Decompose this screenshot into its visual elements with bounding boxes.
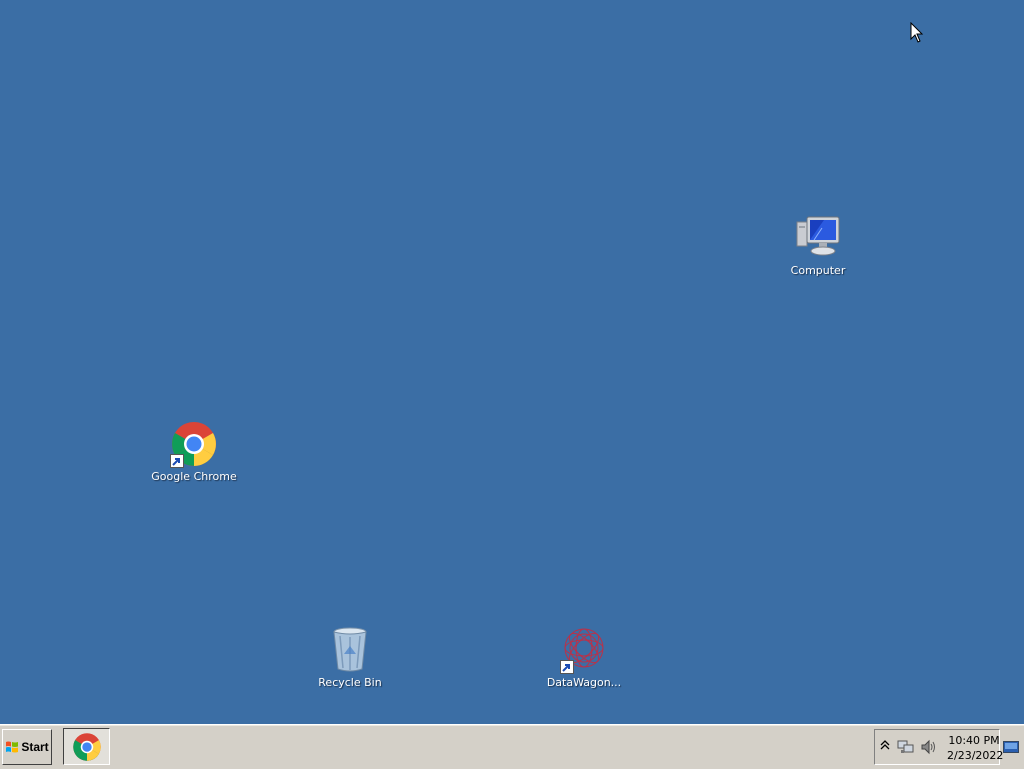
- taskbar: Start 10:40 PM 2/23/2022: [0, 724, 1024, 769]
- datawagon-icon: [560, 626, 608, 674]
- chevron-up-icon[interactable]: [880, 739, 890, 751]
- volume-icon[interactable]: [920, 739, 938, 755]
- desktop-icon-label: Recycle Bin: [318, 676, 382, 689]
- windows-logo-icon: [6, 741, 19, 753]
- desktop-icon-computer[interactable]: Computer: [773, 214, 863, 277]
- show-desktop-icon[interactable]: [1003, 741, 1019, 753]
- shortcut-arrow-icon: [560, 660, 574, 674]
- recycle-bin-icon: [326, 626, 374, 674]
- chrome-icon: [170, 420, 218, 468]
- shortcut-arrow-icon: [170, 454, 184, 468]
- clock-time: 10:40 PM: [948, 734, 1000, 747]
- taskbar-chrome-button[interactable]: [63, 728, 110, 765]
- desktop-icon-google-chrome[interactable]: Google Chrome: [149, 420, 239, 483]
- start-button[interactable]: Start: [2, 729, 52, 765]
- start-label: Start: [21, 740, 49, 754]
- desktop-icon-label: Computer: [790, 264, 846, 277]
- network-icon[interactable]: [897, 739, 915, 755]
- desktop: Computer Google Chrome Recycle Bin DataW…: [0, 0, 1024, 724]
- computer-icon: [794, 214, 842, 262]
- desktop-icon-label: DataWagon...: [546, 676, 622, 689]
- mouse-cursor-icon: [910, 22, 924, 43]
- desktop-icon-datawagon[interactable]: DataWagon...: [539, 626, 629, 689]
- system-tray: 10:40 PM 2/23/2022: [874, 729, 1004, 765]
- clock-date: 2/23/2022: [947, 749, 1004, 762]
- chrome-icon: [72, 732, 101, 761]
- taskbar-clock[interactable]: 10:40 PM 2/23/2022: [947, 733, 1004, 763]
- desktop-icon-recycle-bin[interactable]: Recycle Bin: [305, 626, 395, 689]
- desktop-icon-label: Google Chrome: [151, 470, 237, 483]
